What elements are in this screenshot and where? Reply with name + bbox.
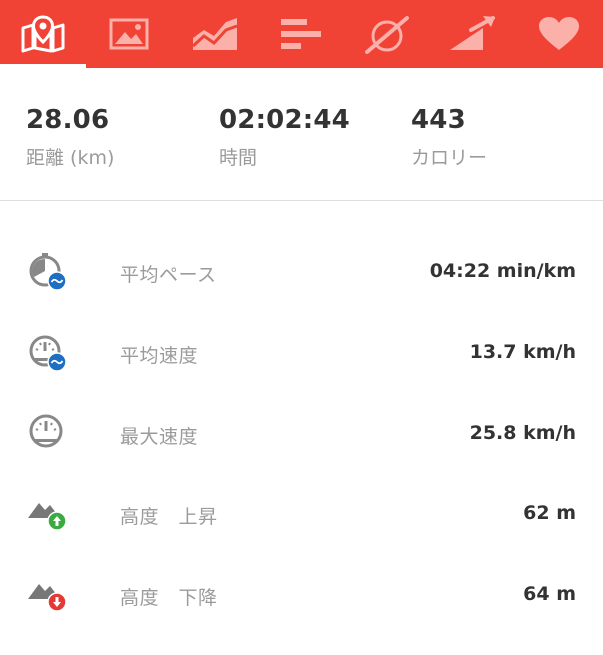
pace-gauge-icon <box>363 14 411 54</box>
tab-elevation[interactable] <box>430 0 516 68</box>
time-label: 時間 <box>219 147 258 169</box>
tab-bar <box>0 0 603 68</box>
time-value: 02:02:44 <box>219 105 350 135</box>
summary-calories: 443 カロリー <box>411 105 487 170</box>
stat-value: 13.7 km/h <box>469 341 576 363</box>
elevation-loss-icon <box>28 575 68 615</box>
calories-value: 443 <box>411 105 466 135</box>
avg-pace-icon <box>28 252 68 292</box>
avg-speed-icon <box>28 333 68 373</box>
stat-row-elevation-loss: 高度 下降 64 m <box>0 575 603 655</box>
elevation-icon <box>449 16 497 52</box>
distance-value: 28.06 <box>26 105 110 135</box>
heart-icon <box>538 16 580 52</box>
distance-label: 距離 (km) <box>26 147 115 169</box>
stat-value: 25.8 km/h <box>469 422 576 444</box>
tab-splits[interactable] <box>258 0 344 68</box>
stat-label: 最大速度 <box>120 426 199 448</box>
tab-map[interactable] <box>0 0 86 68</box>
stat-label: 高度 上昇 <box>120 506 218 528</box>
map-pin-icon <box>19 14 67 54</box>
stat-row-avg-pace: 平均ペース 04:22 min/km <box>0 252 603 332</box>
tab-heart-rate[interactable] <box>516 0 602 68</box>
stat-row-elevation-gain: 高度 上昇 62 m <box>0 494 603 574</box>
summary-section: 28.06 距離 (km) 02:02:44 時間 443 カロリー <box>0 68 603 201</box>
elevation-gain-icon <box>28 494 68 534</box>
stat-value: 62 m <box>523 502 576 524</box>
stat-row-max-speed: 最大速度 25.8 km/h <box>0 414 603 494</box>
max-speed-icon <box>28 414 68 454</box>
stat-label: 平均ペース <box>120 264 217 286</box>
stat-label: 平均速度 <box>120 345 199 367</box>
stat-row-avg-speed: 平均速度 13.7 km/h <box>0 333 603 413</box>
summary-distance: 28.06 距離 (km) <box>26 105 114 170</box>
tab-charts[interactable] <box>172 0 258 68</box>
calories-label: カロリー <box>411 147 488 169</box>
photo-icon <box>109 18 149 50</box>
stat-label: 高度 下降 <box>120 587 218 609</box>
summary-time: 02:02:44 時間 <box>219 105 350 170</box>
splits-bars-icon <box>279 17 323 51</box>
stat-value: 64 m <box>523 583 576 605</box>
tab-photos[interactable] <box>86 0 172 68</box>
tab-pace[interactable] <box>344 0 430 68</box>
stat-value: 04:22 min/km <box>429 260 576 282</box>
area-chart-icon <box>192 16 238 52</box>
